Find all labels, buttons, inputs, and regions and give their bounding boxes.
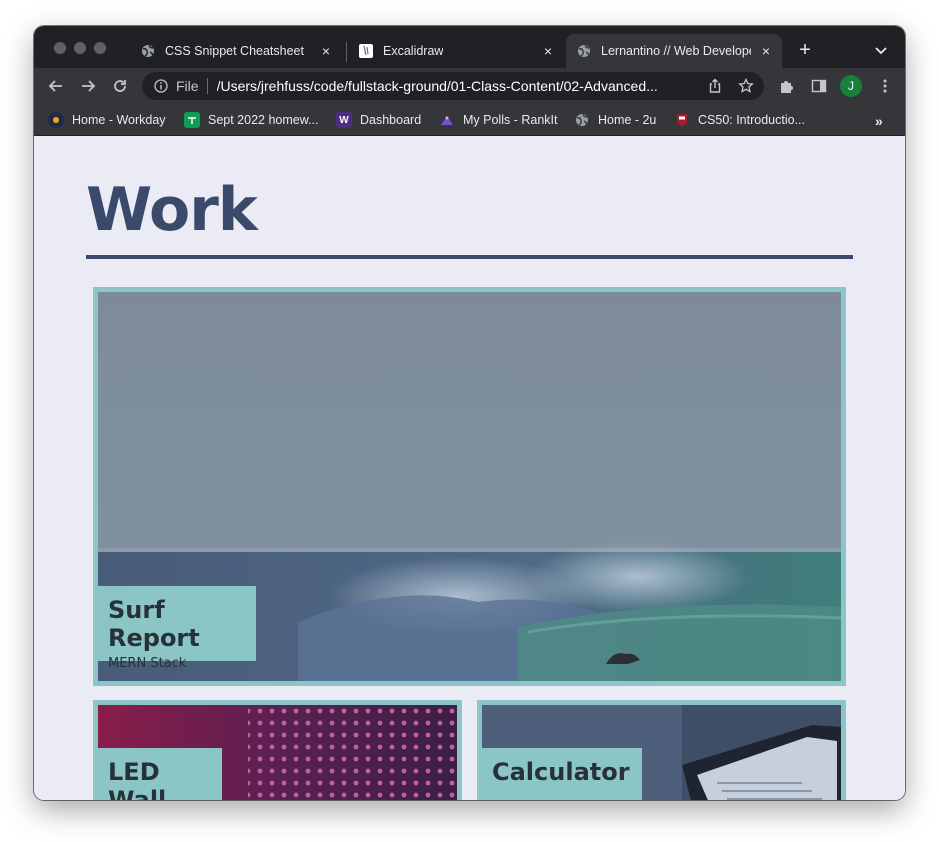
project-label: LED Wall	[98, 748, 222, 800]
minimize-window-button[interactable]	[74, 42, 86, 54]
address-bar[interactable]: File /Users/jrehfuss/code/fullstack-grou…	[142, 72, 764, 100]
project-name: Surf Report	[108, 596, 200, 652]
reload-icon[interactable]	[110, 76, 130, 96]
side-panel-icon[interactable]	[810, 77, 828, 95]
new-tab-button[interactable]: +	[794, 39, 816, 61]
tab-strip: CSS Snippet Cheatsheet × Excalidraw × Le…	[34, 26, 905, 68]
project-name: Calculator	[492, 758, 630, 786]
workday-icon	[48, 112, 64, 128]
browser-window: CSS Snippet Cheatsheet × Excalidraw × Le…	[34, 26, 905, 800]
bookmark-home-2u[interactable]: Home - 2u	[574, 109, 656, 131]
bookmark-sept-2022-homework[interactable]: Sept 2022 homew...	[184, 109, 319, 131]
share-icon[interactable]	[707, 78, 723, 94]
bookmark-my-polls-rankit[interactable]: My Polls - RankIt	[439, 109, 557, 131]
bookmark-cs50[interactable]: CS50: Introductio...	[674, 109, 805, 131]
project-name: LED Wall	[108, 758, 167, 800]
extensions-puzzle-icon[interactable]	[778, 77, 796, 95]
tab-title: Lernantino // Web Develope	[601, 44, 751, 58]
tab-divider	[346, 42, 347, 62]
globe-icon	[574, 112, 590, 128]
close-tab-icon[interactable]: ×	[318, 43, 334, 59]
bookmarks-overflow-button[interactable]: »	[875, 113, 883, 129]
page-title: Work	[86, 175, 258, 245]
forward-arrow-icon[interactable]	[78, 76, 98, 96]
uw-icon: W	[336, 112, 352, 128]
kebab-menu-icon[interactable]	[876, 77, 894, 95]
bookmark-label: My Polls - RankIt	[463, 113, 558, 127]
title-underline	[86, 255, 853, 259]
project-card-calculator[interactable]: Calculator	[477, 700, 846, 800]
scheme-label: File	[176, 78, 199, 94]
bookmark-home-workday[interactable]: Home - Workday	[48, 109, 166, 131]
url-text[interactable]: /Users/jrehfuss/code/fullstack-ground/01…	[217, 78, 697, 94]
globe-icon	[140, 43, 156, 59]
zoom-window-button[interactable]	[94, 42, 106, 54]
bookmarks-bar: Home - Workday Sept 2022 homew... W Dash…	[34, 104, 905, 136]
harvard-icon	[674, 112, 690, 128]
page-content: Work Surf Report MERN Stack LED Wall Cal…	[34, 137, 905, 800]
sheets-icon	[184, 112, 200, 128]
tab-title: CSS Snippet Cheatsheet	[165, 44, 304, 58]
bookmark-label: Home - Workday	[72, 113, 166, 127]
chevron-down-icon[interactable]	[872, 41, 890, 59]
tab-excalidraw[interactable]: Excalidraw ×	[348, 34, 564, 68]
info-icon[interactable]	[154, 79, 168, 93]
back-arrow-icon[interactable]	[46, 76, 66, 96]
bookmark-dashboard[interactable]: W Dashboard	[336, 109, 421, 131]
rankit-icon	[439, 112, 455, 128]
project-card-surf-report[interactable]: Surf Report MERN Stack	[93, 287, 846, 686]
project-label: Surf Report MERN Stack	[98, 586, 256, 671]
globe-icon	[576, 43, 592, 59]
project-tech: MERN Stack	[108, 656, 187, 671]
close-tab-icon[interactable]: ×	[540, 43, 556, 59]
star-icon[interactable]	[738, 77, 754, 94]
address-divider	[206, 78, 208, 94]
tab-title: Excalidraw	[383, 44, 444, 58]
profile-avatar[interactable]: J	[840, 75, 862, 97]
close-tab-icon[interactable]: ×	[758, 43, 774, 59]
bookmark-label: CS50: Introductio...	[698, 113, 806, 127]
bookmark-label: Sept 2022 homew...	[208, 113, 319, 127]
bookmark-label: Dashboard	[360, 113, 422, 127]
project-label: Calculator	[482, 748, 642, 800]
bookmark-label: Home - 2u	[598, 113, 657, 127]
tab-css-snippet-cheatsheet[interactable]: CSS Snippet Cheatsheet ×	[130, 34, 342, 68]
toolbar: File /Users/jrehfuss/code/fullstack-grou…	[34, 68, 905, 104]
excalidraw-icon	[358, 43, 374, 59]
tab-lernantino[interactable]: Lernantino // Web Develope ×	[566, 34, 782, 68]
close-window-button[interactable]	[54, 42, 66, 54]
project-card-led-wall[interactable]: LED Wall	[93, 700, 462, 800]
